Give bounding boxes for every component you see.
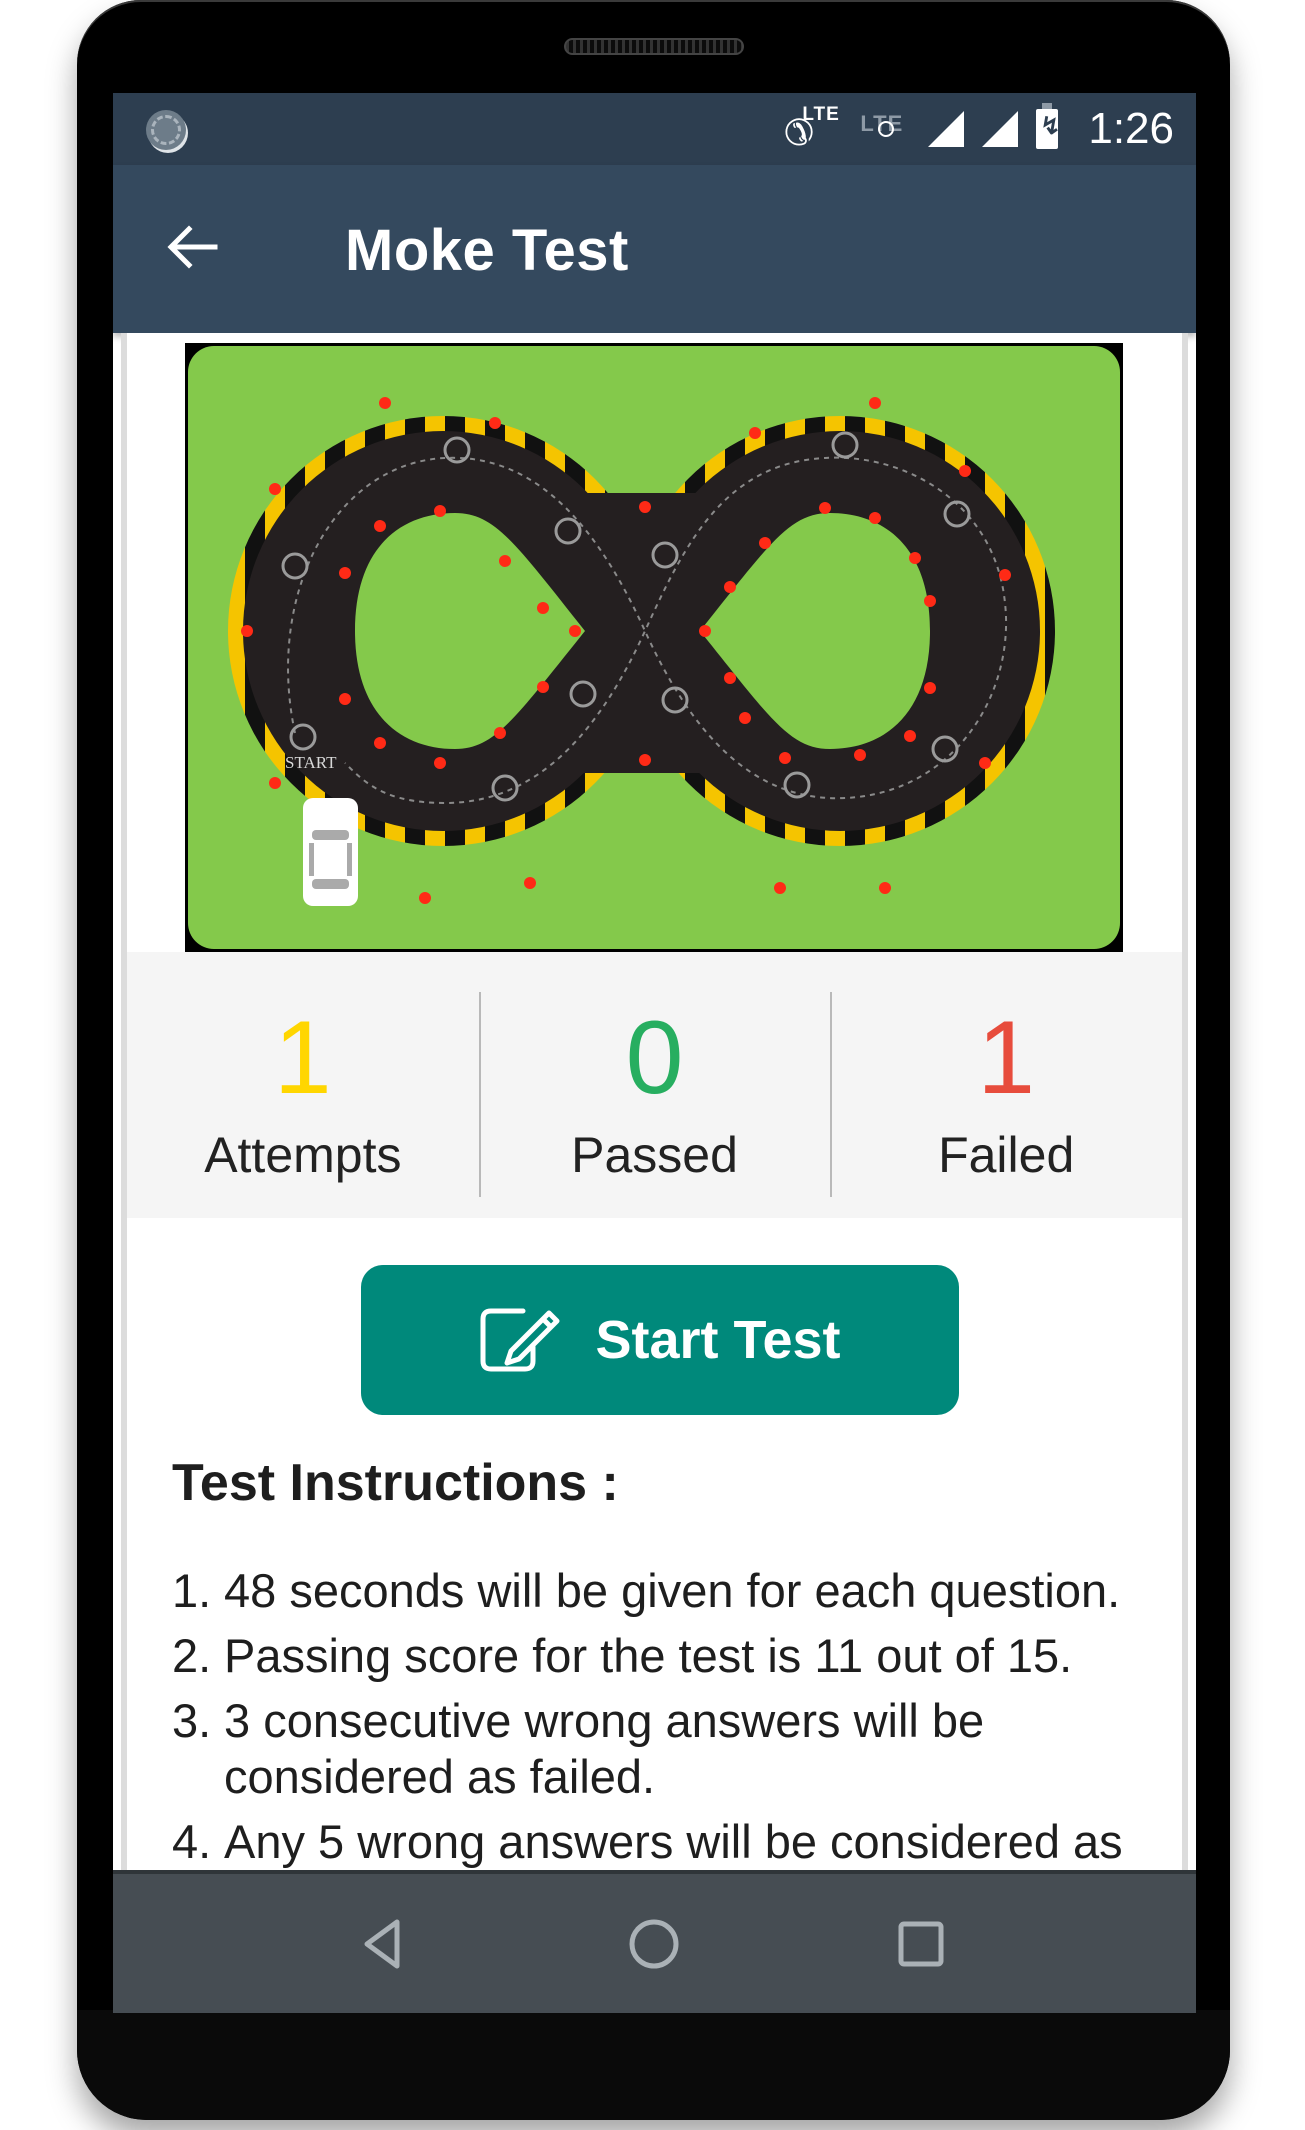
start-label: START [285, 753, 337, 772]
instruction-item: 4. Any 5 wrong answers will be considered… [172, 1815, 1123, 1868]
screen: ✆ LTE LTE ↯ 1:26 Moke Test START 1 Attem… [113, 93, 1196, 2013]
instructions-list: 1. 48 seconds will be given for each ques… [172, 1563, 1152, 1870]
status-time: 1:26 [1088, 104, 1174, 153]
back-triangle-icon [364, 1919, 400, 1969]
content-card: START 1 Attempts 0 Passed 1 Failed Start… [121, 333, 1188, 1973]
call-lte-label: LTE [802, 104, 840, 125]
loading-spinner-icon [146, 110, 186, 150]
instruction-item: 2. Passing score for the test is 11 out o… [172, 1629, 1073, 1682]
home-circle-icon [629, 1919, 679, 1969]
lte-disabled-icon: LTE [860, 109, 910, 149]
nav-recents-button[interactable] [891, 1914, 951, 1974]
attempts-label: Attempts [204, 1127, 402, 1183]
phone-chin [77, 2010, 1230, 2120]
instructions-title: Test Instructions : [172, 1454, 619, 1512]
back-button[interactable] [163, 217, 223, 277]
battery-charging-icon: ↯ [1036, 103, 1060, 149]
start-test-label: Start Test [595, 1310, 841, 1370]
signal-icon [982, 111, 1019, 147]
stats-panel: 1 Attempts 0 Passed 1 Failed [127, 952, 1182, 1218]
call-lte-icon: ✆ LTE [784, 104, 840, 153]
failed-count: 1 [977, 1000, 1036, 1116]
stat-passed: 0 Passed [478, 952, 831, 1218]
arrow-left-icon [167, 225, 218, 269]
nav-home-button[interactable] [624, 1914, 684, 1974]
figure-eight-track-illustration: START [188, 346, 1120, 949]
recents-square-icon [898, 1921, 944, 1967]
stat-failed: 1 Failed [830, 952, 1182, 1218]
car-icon [303, 798, 358, 906]
instruction-item: 3. 3 consecutive wrong answers will be co… [172, 1694, 985, 1803]
passed-label: Passed [571, 1127, 738, 1183]
start-test-button[interactable]: Start Test [361, 1265, 959, 1415]
track-image: START [185, 343, 1123, 952]
stat-attempts: 1 Attempts [127, 952, 479, 1218]
nav-back-button[interactable] [353, 1914, 413, 1974]
system-nav-bar [113, 1870, 1196, 2013]
test-instructions: Test Instructions : 1. 48 seconds will be… [172, 1453, 1152, 1879]
failed-label: Failed [938, 1127, 1075, 1183]
signal-icon [928, 111, 965, 147]
passed-count: 0 [625, 1000, 684, 1116]
page-title: Moke Test [345, 218, 629, 283]
attempts-count: 1 [273, 1000, 332, 1116]
status-bar: ✆ LTE LTE ↯ 1:26 [113, 93, 1196, 165]
app-bar: Moke Test [113, 165, 1196, 333]
instruction-item: 1. 48 seconds will be given for each ques… [172, 1564, 1121, 1617]
phone-speaker [564, 38, 744, 55]
edit-pencil-icon [479, 1307, 561, 1373]
